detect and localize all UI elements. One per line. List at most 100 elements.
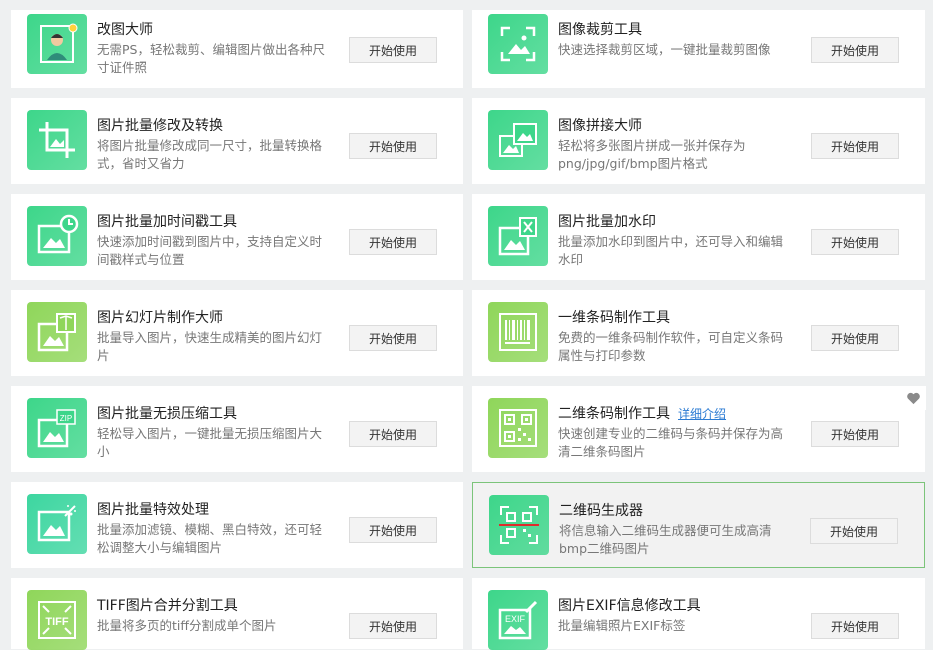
tool-card[interactable]: 图片幻灯片制作大师批量导入图片，快速生成精美的图片幻灯片 开始使用 — [11, 290, 463, 376]
tool-title: 图片批量无损压缩工具 — [97, 403, 237, 423]
tool-title: TIFF图片合并分割工具 — [97, 595, 238, 615]
tool-card[interactable]: 图片批量加水印批量添加水印到图片中，还可导入和编辑水印 开始使用 — [472, 194, 925, 280]
tool-title-text: 图片幻灯片制作大师 — [97, 310, 223, 326]
tool-title-text: 二维条码制作工具 — [558, 406, 670, 422]
tool-title: 图片批量加水印 — [558, 211, 656, 231]
tool-title-text: 图片EXIF信息修改工具 — [558, 598, 701, 614]
tool-card[interactable]: 图片批量加时间戳工具快速添加时间戳到图片中，支持自定义时间戳样式与位置 开始使用 — [11, 194, 463, 280]
tool-icon-tile — [488, 398, 548, 458]
tool-icon-tile — [488, 302, 548, 362]
tool-card[interactable]: 二维条码制作工具 详细介绍快速创建专业的二维码与条码并保存为高清二维条码图片 开始使… — [472, 386, 925, 472]
tool-card[interactable]: ZIP 图片批量无损压缩工具轻松导入图片，一键批量无损压缩图片大小 开始使用 — [11, 386, 463, 472]
start-use-button[interactable]: 开始使用 — [349, 133, 437, 159]
tool-card[interactable]: 图像裁剪工具快速选择裁剪区域，一键批量裁剪图像 开始使用 — [472, 10, 925, 88]
start-use-button[interactable]: 开始使用 — [349, 517, 437, 543]
start-use-button[interactable]: 开始使用 — [811, 37, 899, 63]
crop-frame-icon — [500, 26, 536, 62]
tool-card[interactable]: 图片批量修改及转换将图片批量修改成同一尺寸，批量转换格式，省时又省力 开始使用 — [11, 98, 463, 184]
tool-title: 一维条码制作工具 — [558, 307, 670, 327]
start-use-button[interactable]: 开始使用 — [349, 37, 437, 63]
qrcode-icon — [499, 409, 537, 447]
start-use-button[interactable]: 开始使用 — [349, 229, 437, 255]
tool-card[interactable]: 二维码生成器将信息输入二维码生成器便可生成高清bmp二维码图片 开始使用 — [472, 482, 925, 568]
tool-description: 批量将多页的tiff分割成单个图片 — [97, 618, 277, 633]
tool-description: 将图片批量修改成同一尺寸，批量转换格式，省时又省力 — [97, 138, 323, 171]
tool-title: 图片幻灯片制作大师 — [97, 307, 223, 327]
tool-title-text: 图片批量修改及转换 — [97, 118, 223, 134]
person-photo-icon — [40, 23, 78, 63]
tiff-icon: TIFF — [38, 601, 76, 639]
heart-icon — [906, 392, 920, 404]
tool-title: 图片批量修改及转换 — [97, 115, 223, 135]
tool-icon-tile — [488, 110, 548, 170]
tool-icon-tile — [489, 495, 549, 555]
tool-icon-tile — [27, 14, 87, 74]
tool-icon-tile: ZIP — [27, 398, 87, 458]
start-use-button[interactable]: 开始使用 — [811, 133, 899, 159]
tool-card[interactable]: EXIF 图片EXIF信息修改工具 批量编辑照片EXIF标签 开始使用 — [472, 578, 925, 650]
start-use-button[interactable]: 开始使用 — [810, 518, 898, 544]
tool-title-text: 二维码生成器 — [559, 503, 643, 519]
tool-description: 快速创建专业的二维码与条码并保存为高清二维条码图片 — [558, 426, 784, 459]
tool-title-text: 一维条码制作工具 — [558, 310, 670, 326]
tool-description: 批量编辑照片EXIF标签 — [558, 618, 686, 633]
favorite-button[interactable] — [900, 386, 926, 410]
qrcode-scan-icon — [499, 506, 539, 544]
image-zip-icon: ZIP — [37, 409, 76, 448]
tool-title-text: 图片批量无损压缩工具 — [97, 406, 237, 422]
tool-card[interactable]: 改图大师无需PS，轻松裁剪、编辑图片做出各种尺寸证件照 开始使用 — [11, 10, 463, 88]
barcode-icon — [499, 313, 537, 351]
tool-title-text: 图片批量加水印 — [558, 214, 656, 230]
tool-card[interactable]: 一维条码制作工具免费的一维条码制作软件，可自定义条码属性与打印参数 开始使用 — [472, 290, 925, 376]
tool-description: 批量添加水印到图片中，还可导入和编辑水印 — [558, 234, 784, 267]
crop-tool-icon — [39, 122, 75, 158]
tool-icon-tile — [27, 302, 87, 362]
tool-title-text: 图像拼接大师 — [558, 118, 642, 134]
svg-text:ZIP: ZIP — [60, 414, 72, 423]
tool-description: 快速选择裁剪区域，一键批量裁剪图像 — [558, 42, 771, 57]
tool-icon-tile — [27, 110, 87, 170]
tool-card[interactable]: 图片批量特效处理 批量添加滤镜、模糊、黑白特效，还可轻松调整大小与编辑图片 开始使用 — [11, 482, 463, 568]
tool-description: 快速添加时间戳到图片中，支持自定义时间戳样式与位置 — [97, 234, 323, 267]
tool-title-text: 图片批量加时间戳工具 — [97, 214, 237, 230]
details-link[interactable]: 详细介绍 — [678, 407, 726, 421]
tool-description: 轻松将多张图片拼成一张并保存为png/jpg/gif/bmp图片格式 — [558, 138, 746, 171]
tool-title-text: 改图大师 — [97, 22, 153, 38]
tool-icon-tile — [27, 494, 87, 554]
tool-icon-tile — [488, 206, 548, 266]
start-use-button[interactable]: 开始使用 — [811, 613, 899, 639]
tool-description: 将信息输入二维码生成器便可生成高清bmp二维码图片 — [559, 523, 772, 556]
svg-text:TIFF: TIFF — [45, 616, 68, 628]
start-use-button[interactable]: 开始使用 — [349, 613, 437, 639]
tool-icon-tile: EXIF — [488, 590, 548, 650]
tool-title: 图片批量加时间戳工具 — [97, 211, 237, 231]
image-sparkle-icon — [37, 505, 76, 542]
tool-title-text: 图像裁剪工具 — [558, 22, 642, 38]
start-use-button[interactable]: 开始使用 — [811, 325, 899, 351]
image-watermark-icon — [498, 217, 537, 256]
tool-icon-tile — [488, 14, 548, 74]
start-use-button[interactable]: 开始使用 — [811, 229, 899, 255]
tool-description: 批量导入图片，快速生成精美的图片幻灯片 — [97, 330, 323, 363]
image-clock-icon — [37, 214, 79, 254]
tool-icon-tile — [27, 206, 87, 266]
tool-card[interactable]: TIFF TIFF图片合并分割工具批量将多页的tiff分割成单个图片 开始使用 — [11, 578, 463, 650]
tool-title: 改图大师 — [97, 19, 153, 39]
tool-title-text: TIFF图片合并分割工具 — [97, 598, 238, 614]
tool-description: 免费的一维条码制作软件，可自定义条码属性与打印参数 — [558, 330, 784, 363]
tool-icon-tile: TIFF — [27, 590, 87, 650]
tool-description: 无需PS，轻松裁剪、编辑图片做出各种尺寸证件照 — [97, 42, 325, 75]
tool-title: 图片EXIF信息修改工具 — [558, 595, 701, 615]
start-use-button[interactable]: 开始使用 — [349, 325, 437, 351]
svg-text:EXIF: EXIF — [505, 614, 526, 624]
tool-description: 轻松导入图片，一键批量无损压缩图片大小 — [97, 426, 323, 459]
tool-card[interactable]: 图像拼接大师轻松将多张图片拼成一张并保存为png/jpg/gif/bmp图片格式… — [472, 98, 925, 184]
start-use-button[interactable]: 开始使用 — [349, 421, 437, 447]
image-slideshow-icon — [37, 313, 76, 352]
image-stitch-icon — [499, 123, 537, 157]
tool-title: 图像拼接大师 — [558, 115, 642, 135]
tool-title: 二维条码制作工具 详细介绍 — [558, 403, 726, 423]
start-use-button[interactable]: 开始使用 — [811, 421, 899, 447]
tool-title: 图像裁剪工具 — [558, 19, 642, 39]
exif-edit-icon: EXIF — [498, 600, 538, 640]
